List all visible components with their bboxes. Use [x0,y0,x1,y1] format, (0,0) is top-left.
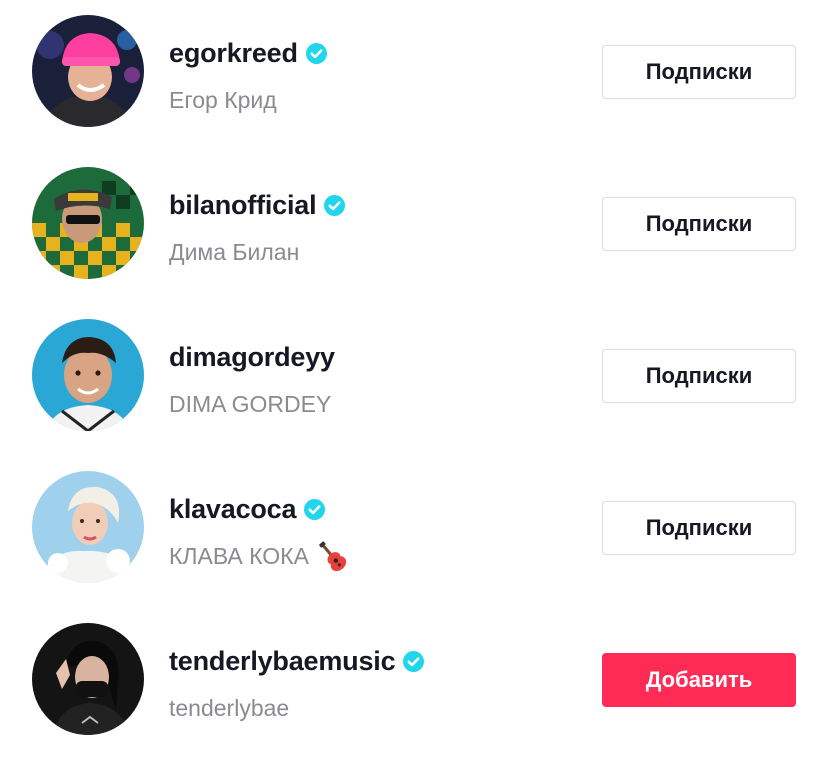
display-name: DIMA GORDEY [169,390,332,417]
account-row-bilanofficial[interactable]: bilanofficial Дима Билан Подписки [0,152,828,304]
following-button[interactable]: Подписки [602,197,796,251]
verified-badge-icon [403,650,425,672]
following-button[interactable]: Подписки [602,349,796,403]
username[interactable]: klavacoca [169,494,297,525]
username[interactable]: bilanofficial [169,190,317,221]
avatar[interactable] [32,15,144,127]
avatar[interactable] [32,623,144,735]
account-row-klavacoca[interactable]: klavacoca КЛАВА КОКА Подписки [0,456,828,608]
account-row-egorkreed[interactable]: egorkreed Егор Крид Подписки [0,0,828,152]
display-name: tenderlybae [169,694,290,721]
username[interactable]: egorkreed [169,38,298,69]
avatar[interactable] [32,319,144,431]
following-button[interactable]: Подписки [602,45,796,99]
verified-badge-icon [304,498,326,520]
verified-badge-icon [305,42,327,64]
guitar-icon [315,539,349,573]
add-button[interactable]: Добавить [602,653,796,707]
username[interactable]: dimagordeyy [169,342,335,373]
following-button[interactable]: Подписки [602,501,796,555]
verified-badge-icon [324,194,346,216]
account-row-tenderlybaemusic[interactable]: tenderlybaemusic tenderlybae Добавить [0,608,828,760]
username[interactable]: tenderlybaemusic [169,646,396,677]
display-name: КЛАВА КОКА [169,542,309,569]
following-list: egorkreed Егор Крид Подписки bilanoffici… [0,0,828,752]
avatar[interactable] [32,471,144,583]
avatar[interactable] [32,167,144,279]
account-row-dimagordeyy[interactable]: dimagordeyy DIMA GORDEY Подписки [0,304,828,456]
display-name: Егор Крид [169,86,277,113]
display-name: Дима Билан [169,238,300,265]
